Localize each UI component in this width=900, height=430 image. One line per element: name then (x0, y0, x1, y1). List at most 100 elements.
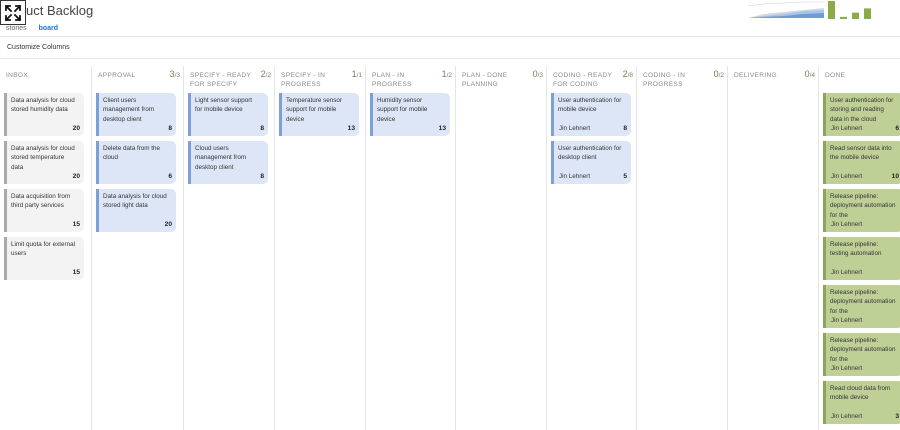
wip-count: 2/8 (623, 69, 633, 79)
card-estimate: 20 (72, 172, 80, 180)
story-card[interactable]: Release pipeline: deployment automation … (823, 285, 900, 328)
card-owner: Jin Lehnert (559, 172, 591, 180)
story-card[interactable]: Release pipeline: deployment automation … (823, 189, 900, 232)
page-header: uct Backlog stories board (0, 0, 900, 37)
card-title: Release pipeline: deployment automation … (830, 193, 896, 219)
velocity-bar (840, 16, 847, 19)
column-header[interactable]: PLAN - DONE PLANNING (462, 71, 527, 89)
card-estimate: 8 (260, 172, 264, 180)
card-owner: Jin Lehnert (831, 364, 863, 372)
column-done: DONE User authentication for storing and … (819, 66, 900, 430)
column-header[interactable]: SPECIFY - READY FOR SPECIFY (190, 71, 255, 89)
card-list: Data analysis for cloud stored humidity … (4, 93, 86, 285)
page-title: uct Backlog (26, 3, 94, 18)
story-card[interactable]: User authentication for mobile device Jin… (551, 93, 631, 136)
tab-stories[interactable]: stories (6, 25, 27, 32)
column-header[interactable]: PLAN - IN PROGRESS (372, 71, 436, 89)
velocity-bar (828, 1, 835, 19)
card-title: Data analysis for cloud stored light dat… (103, 193, 167, 210)
story-card[interactable]: Read sensor data into the mobile device J… (823, 141, 900, 184)
card-list: Temperature sensor support for mobile de… (279, 93, 360, 141)
story-card[interactable]: Read cloud data from mobile device Jin Le… (823, 381, 900, 424)
story-card[interactable]: Data analysis for cloud stored temperatu… (4, 141, 84, 184)
card-estimate: 15 (72, 220, 80, 228)
card-owner: Jin Lehnert (831, 172, 863, 180)
card-estimate: 20 (72, 124, 80, 132)
column-specify-ready-for-specify: SPECIFY - READY FOR SPECIFY 2/2 Light sens… (184, 66, 275, 430)
card-owner: Jin Lehnert (831, 124, 863, 132)
velocity-mini-chart (828, 1, 871, 19)
wip-limit: /2 (718, 72, 724, 79)
story-card[interactable]: Temperature sensor support for mobile de… (279, 93, 359, 136)
card-estimate: 3 (895, 412, 899, 420)
card-title: Client users management from desktop cli… (103, 97, 155, 123)
wip-count: 0/4 (805, 69, 815, 79)
story-card[interactable]: Cloud users management from desktop clie… (188, 141, 268, 184)
card-estimate: 10 (891, 172, 899, 180)
card-title: Read sensor data into the mobile device (830, 145, 892, 162)
column-header[interactable]: DONE (825, 71, 880, 80)
card-title: Release pipeline: testing automation (830, 241, 882, 258)
card-title: User authentication for desktop client (558, 145, 622, 162)
card-list: User authentication for storing and read… (823, 93, 900, 429)
card-estimate: 13 (438, 124, 446, 132)
card-title: Humidity sensor support for mobile devic… (377, 97, 428, 123)
card-title: Data analysis for cloud stored temperatu… (11, 145, 75, 171)
story-card[interactable]: Limit quota for external users 15 (4, 237, 84, 280)
cfd-mini-chart (747, 1, 824, 18)
card-title: Read cloud data from mobile device (830, 385, 891, 402)
story-card[interactable]: Client users management from desktop cli… (96, 93, 176, 136)
card-owner: Jin Lehnert (831, 220, 863, 228)
mini-charts[interactable] (744, 0, 900, 20)
card-list: Light sensor support for mobile device 8 C… (188, 93, 269, 189)
wip-limit: /8 (627, 72, 633, 79)
story-card[interactable]: Data analysis for cloud stored light dat… (96, 189, 176, 232)
wip-limit: /2 (265, 72, 271, 79)
card-list: Humidity sensor support for mobile devic… (370, 93, 450, 141)
column-header[interactable]: INBOX (6, 71, 72, 80)
story-card[interactable]: Humidity sensor support for mobile devic… (370, 93, 450, 136)
wip-count: 0/3 (533, 69, 543, 79)
wip-count: 3/3 (170, 69, 180, 79)
column-header[interactable]: APPROVAL (98, 71, 164, 80)
wip-limit: /4 (809, 72, 815, 79)
story-card[interactable]: Delete data from the cloud 6 (96, 141, 176, 184)
card-owner: Jin Lehnert (831, 316, 863, 324)
column-header[interactable]: CODING - IN PROGRESS (643, 71, 708, 89)
card-estimate: 6 (168, 172, 172, 180)
column-plan-done-planning: PLAN - DONE PLANNING 0/3 (456, 66, 547, 430)
toolbar: Customize Columns (0, 37, 900, 59)
card-estimate: 20 (164, 220, 172, 228)
card-estimate: 6 (895, 124, 899, 132)
column-header[interactable]: SPECIFY - IN PROGRESS (281, 71, 346, 89)
card-estimate: 8 (168, 124, 172, 132)
column-header[interactable]: CODING - READY FOR CODING (553, 71, 617, 89)
wip-limit: /3 (174, 72, 180, 79)
velocity-bar (864, 8, 871, 19)
card-title: Light sensor support for mobile device (195, 97, 253, 114)
customize-columns-link[interactable]: Customize Columns (7, 44, 70, 51)
wip-limit: /1 (356, 72, 362, 79)
card-owner: Jin Lehnert (831, 268, 863, 276)
story-card[interactable]: Light sensor support for mobile device 8 (188, 93, 268, 136)
cfd-top-line (747, 1, 824, 7)
wip-count: 0/2 (714, 69, 724, 79)
story-card[interactable]: Release pipeline: testing automation Jin … (823, 237, 900, 280)
column-header[interactable]: DELIVERING (734, 71, 799, 80)
story-card[interactable]: User authentication for storing and read… (823, 93, 900, 136)
wip-count: 1/2 (442, 69, 452, 79)
kanban-board: INBOX Data analysis for cloud stored humi… (0, 66, 900, 430)
story-card[interactable]: Data acquisition from third party servic… (4, 189, 84, 232)
story-card[interactable]: User authentication for desktop client Ji… (551, 141, 631, 184)
expand-icon[interactable] (0, 0, 26, 25)
wip-limit: /3 (537, 72, 543, 79)
column-coding-in-progress: CODING - IN PROGRESS 0/2 (637, 66, 728, 430)
story-card[interactable]: Release pipeline: deployment automation … (823, 333, 900, 376)
story-card[interactable]: Data analysis for cloud stored humidity … (4, 93, 84, 136)
card-owner: Jin Lehnert (831, 412, 863, 420)
card-title: Data acquisition from third party servic… (11, 193, 71, 210)
card-title: Limit quota for external users (11, 241, 76, 258)
card-title: Release pipeline: deployment automation … (830, 337, 896, 363)
column-specify-in-progress: SPECIFY - IN PROGRESS 1/1 Temperature sens… (275, 66, 366, 430)
tab-board[interactable]: board (39, 25, 58, 32)
